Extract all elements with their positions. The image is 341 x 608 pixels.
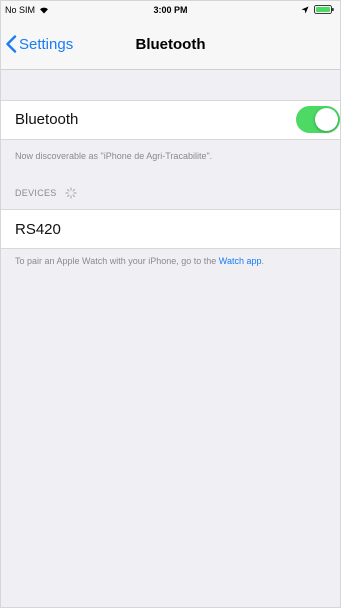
devices-header-label: DEVICES (15, 188, 57, 198)
bluetooth-row: Bluetooth (1, 100, 340, 140)
watch-info-end: . (261, 256, 265, 266)
status-time: 3:00 PM (153, 5, 188, 15)
watch-info-text: To pair an Apple Watch with your iPhone,… (15, 256, 219, 266)
status-indicators (301, 5, 334, 14)
bluetooth-settings-screen: No SIM 3:00 PM Settings Bluetooth Blueto… (0, 0, 341, 608)
navigation-bar: Settings Bluetooth (1, 21, 340, 70)
device-row-rs420[interactable]: RS420 (1, 209, 340, 249)
status-bar: No SIM 3:00 PM (1, 1, 340, 21)
loading-spinner-icon (65, 187, 77, 199)
watch-pairing-info: To pair an Apple Watch with your iPhone,… (15, 255, 315, 267)
battery-icon (314, 5, 334, 14)
bluetooth-label: Bluetooth (15, 111, 79, 128)
location-arrow-icon (301, 6, 309, 13)
watch-app-link[interactable]: Watch app (219, 256, 262, 266)
bluetooth-toggle[interactable] (296, 106, 340, 133)
discoverable-text: Now discoverable as "iPhone de Agri-Trac… (15, 151, 213, 161)
devices-section-header: DEVICES (15, 187, 77, 199)
device-name: RS420 (15, 221, 61, 238)
page-title: Bluetooth (135, 36, 206, 53)
toggle-knob (315, 108, 338, 131)
